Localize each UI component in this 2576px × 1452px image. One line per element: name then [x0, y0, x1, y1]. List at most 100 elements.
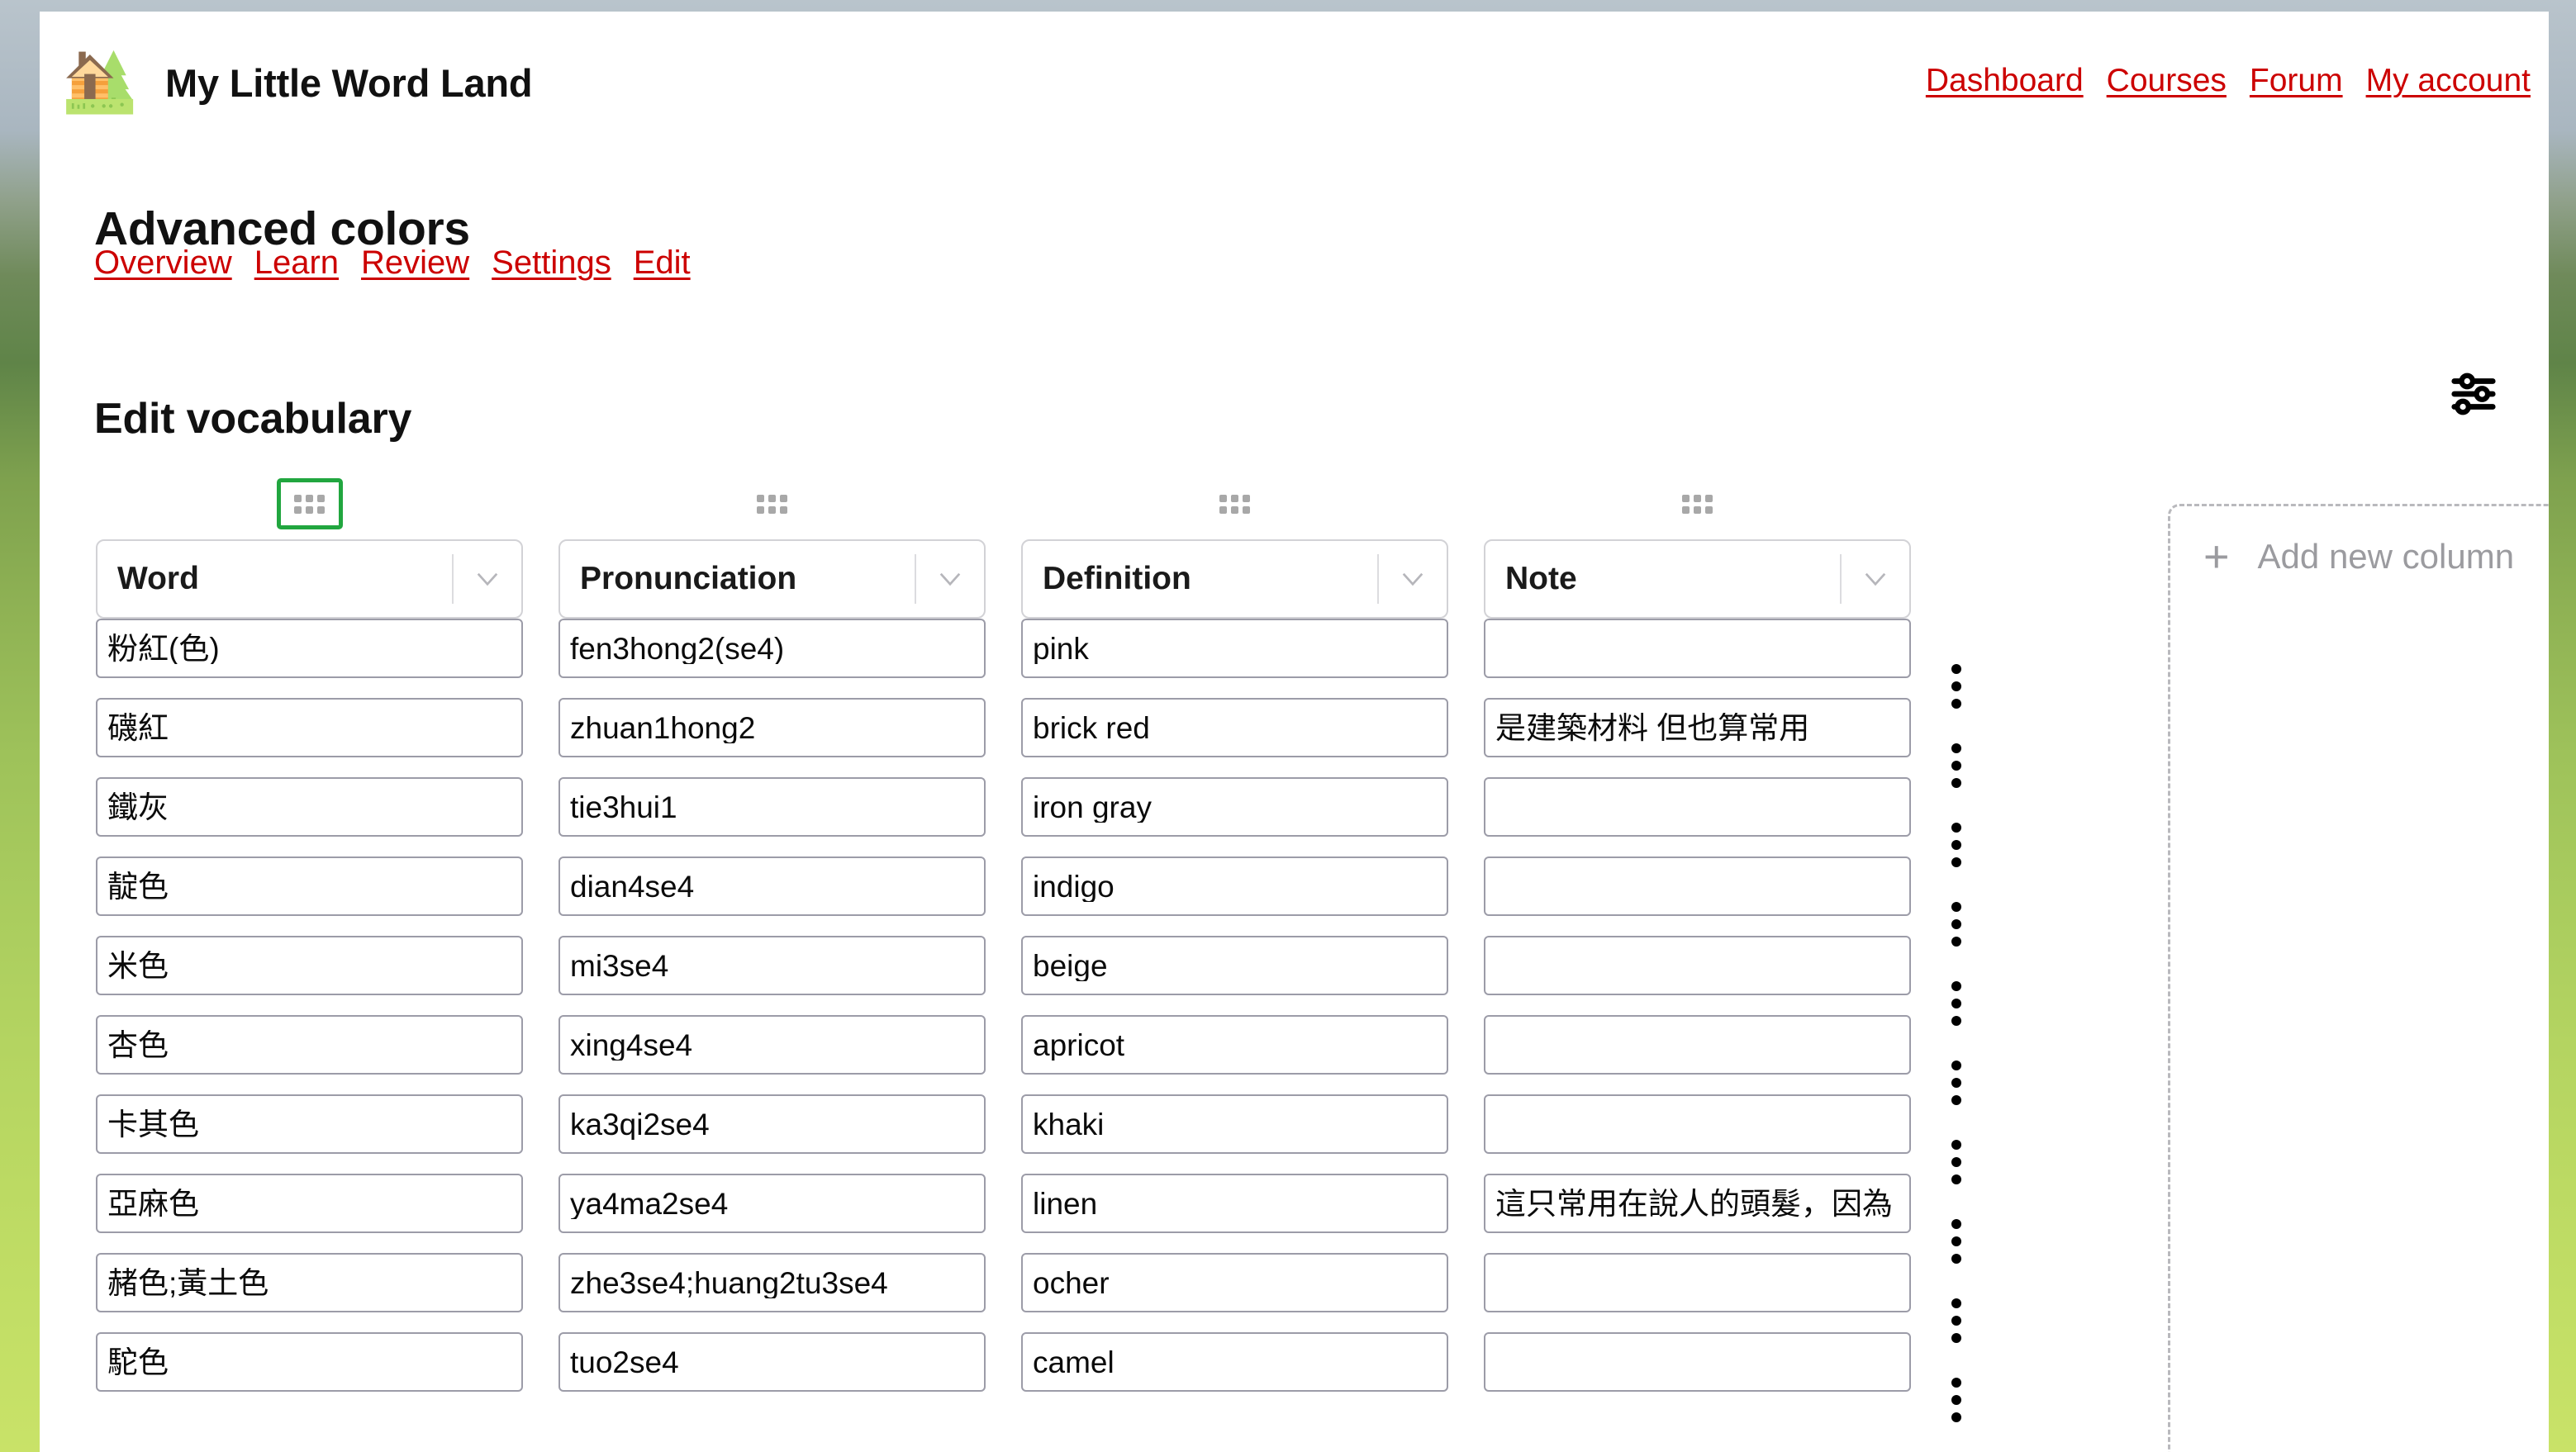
column-menu-button[interactable] — [1840, 554, 1909, 604]
cell-note[interactable] — [1484, 777, 1911, 837]
cell-definition[interactable]: apricot — [1021, 1015, 1448, 1075]
cell-word[interactable]: 靛色 — [96, 856, 523, 916]
row-menu-button[interactable] — [1932, 736, 1981, 795]
drag-handle-icon — [1682, 494, 1713, 514]
cell-note[interactable] — [1484, 856, 1911, 916]
browser-page: My Little Word Land Dashboard Courses Fo… — [40, 12, 2549, 1452]
nav-link-forum[interactable]: Forum — [2250, 63, 2343, 99]
cell-note[interactable] — [1484, 1253, 1911, 1312]
cell-value: fen3hong2(se4) — [570, 633, 785, 664]
row-menu-button[interactable] — [1932, 815, 1981, 875]
grid-column-note: Note 是建築材料 但也算常用 這只常用在說人的頭髮，因為 — [1484, 478, 1911, 1412]
row-menu-button[interactable] — [1932, 894, 1981, 954]
cell-definition[interactable]: camel — [1021, 1332, 1448, 1392]
tab-overview[interactable]: Overview — [94, 244, 232, 282]
cell-definition[interactable]: ocher — [1021, 1253, 1448, 1312]
column-header-word[interactable]: Word — [96, 539, 523, 619]
row-menu-button[interactable] — [1932, 974, 1981, 1033]
cell-value: zhe3se4;huang2tu3se4 — [570, 1267, 888, 1298]
column-cells-definition: pink brick red iron gray indigo beige ap… — [1021, 619, 1448, 1392]
cell-definition[interactable]: iron gray — [1021, 777, 1448, 837]
cell-word[interactable]: 鐵灰 — [96, 777, 523, 837]
row-menu-button[interactable] — [1932, 1291, 1981, 1350]
cell-pronunciation[interactable]: ya4ma2se4 — [558, 1174, 986, 1233]
cell-value: 米色 — [107, 950, 169, 981]
column-menu-button[interactable] — [915, 554, 984, 604]
cell-note[interactable] — [1484, 936, 1911, 995]
cell-word[interactable]: 駝色 — [96, 1332, 523, 1392]
cell-note[interactable] — [1484, 1332, 1911, 1392]
cell-note[interactable]: 是建築材料 但也算常用 — [1484, 698, 1911, 757]
cell-value: indigo — [1033, 871, 1115, 902]
cell-note[interactable]: 這只常用在說人的頭髮，因為 — [1484, 1174, 1911, 1233]
cell-pronunciation[interactable]: tuo2se4 — [558, 1332, 986, 1392]
cell-word[interactable]: 礣紅 — [96, 698, 523, 757]
cell-definition[interactable]: linen — [1021, 1174, 1448, 1233]
cell-value: 亞麻色 — [107, 1188, 199, 1219]
cell-word[interactable]: 杏色 — [96, 1015, 523, 1075]
cell-pronunciation[interactable]: fen3hong2(se4) — [558, 619, 986, 678]
brand-title: My Little Word Land — [165, 60, 533, 105]
cell-pronunciation[interactable]: zhuan1hong2 — [558, 698, 986, 757]
column-drag-handle[interactable] — [1664, 478, 1731, 529]
chevron-down-icon — [1865, 572, 1886, 586]
cell-value: 卡其色 — [107, 1108, 199, 1140]
cell-value: 靛色 — [107, 871, 169, 902]
cell-value: khaki — [1033, 1108, 1105, 1140]
cell-value: 礣紅 — [107, 712, 169, 743]
column-header-note[interactable]: Note — [1484, 539, 1911, 619]
cell-value: ocher — [1033, 1267, 1110, 1298]
column-header-definition[interactable]: Definition — [1021, 539, 1448, 619]
cell-definition[interactable]: pink — [1021, 619, 1448, 678]
cell-word[interactable]: 亞麻色 — [96, 1174, 523, 1233]
cell-definition[interactable]: khaki — [1021, 1094, 1448, 1154]
row-menu-button[interactable] — [1932, 1053, 1981, 1113]
cell-value: pink — [1033, 633, 1089, 664]
tab-review[interactable]: Review — [361, 244, 469, 282]
tab-edit[interactable]: Edit — [634, 244, 691, 282]
tab-settings[interactable]: Settings — [492, 244, 611, 282]
brand[interactable]: My Little Word Land — [58, 36, 533, 126]
row-menu-button[interactable] — [1932, 657, 1981, 716]
row-menu-button[interactable] — [1932, 1132, 1981, 1192]
add-new-column-button[interactable]: + Add new column — [2168, 504, 2549, 1452]
cell-value: zhuan1hong2 — [570, 712, 756, 743]
column-drag-handle[interactable] — [276, 478, 343, 529]
cell-value: linen — [1033, 1188, 1098, 1219]
cell-note[interactable] — [1484, 1094, 1911, 1154]
column-menu-button[interactable] — [1377, 554, 1447, 604]
cell-word[interactable]: 米色 — [96, 936, 523, 995]
cell-definition[interactable]: beige — [1021, 936, 1448, 995]
drag-handle-icon — [1219, 494, 1250, 514]
cell-pronunciation[interactable]: zhe3se4;huang2tu3se4 — [558, 1253, 986, 1312]
cell-word[interactable]: 卡其色 — [96, 1094, 523, 1154]
column-header-label: Pronunciation — [580, 561, 797, 596]
tab-learn[interactable]: Learn — [254, 244, 339, 282]
cell-definition[interactable]: indigo — [1021, 856, 1448, 916]
nav-link-my-account[interactable]: My account — [2366, 63, 2531, 99]
cell-word[interactable]: 赭色;黃土色 — [96, 1253, 523, 1312]
nav-link-dashboard[interactable]: Dashboard — [1926, 63, 2084, 99]
nav-link-courses[interactable]: Courses — [2107, 63, 2227, 99]
row-menu-button[interactable] — [1932, 1370, 1981, 1430]
column-drag-handle[interactable] — [739, 478, 806, 529]
cell-word[interactable]: 粉紅(色) — [96, 619, 523, 678]
main-nav: Dashboard Courses Forum My account — [1926, 63, 2531, 99]
cell-pronunciation[interactable]: dian4se4 — [558, 856, 986, 916]
cell-pronunciation[interactable]: xing4se4 — [558, 1015, 986, 1075]
cell-pronunciation[interactable]: tie3hui1 — [558, 777, 986, 837]
cell-pronunciation[interactable]: ka3qi2se4 — [558, 1094, 986, 1154]
drag-handle-icon — [294, 494, 325, 514]
cell-note[interactable] — [1484, 619, 1911, 678]
cell-note[interactable] — [1484, 1015, 1911, 1075]
cell-value: apricot — [1033, 1029, 1125, 1061]
row-menu-button[interactable] — [1932, 1212, 1981, 1271]
view-settings-button[interactable] — [2448, 368, 2499, 420]
cell-definition[interactable]: brick red — [1021, 698, 1448, 757]
cell-pronunciation[interactable]: mi3se4 — [558, 936, 986, 995]
grid-column-pronunciation: Pronunciation fen3hong2(se4) zhuan1hong2… — [558, 478, 986, 1412]
column-menu-button[interactable] — [452, 554, 521, 604]
column-header-pronunciation[interactable]: Pronunciation — [558, 539, 986, 619]
column-header-label: Note — [1505, 561, 1577, 596]
column-drag-handle[interactable] — [1201, 478, 1268, 529]
